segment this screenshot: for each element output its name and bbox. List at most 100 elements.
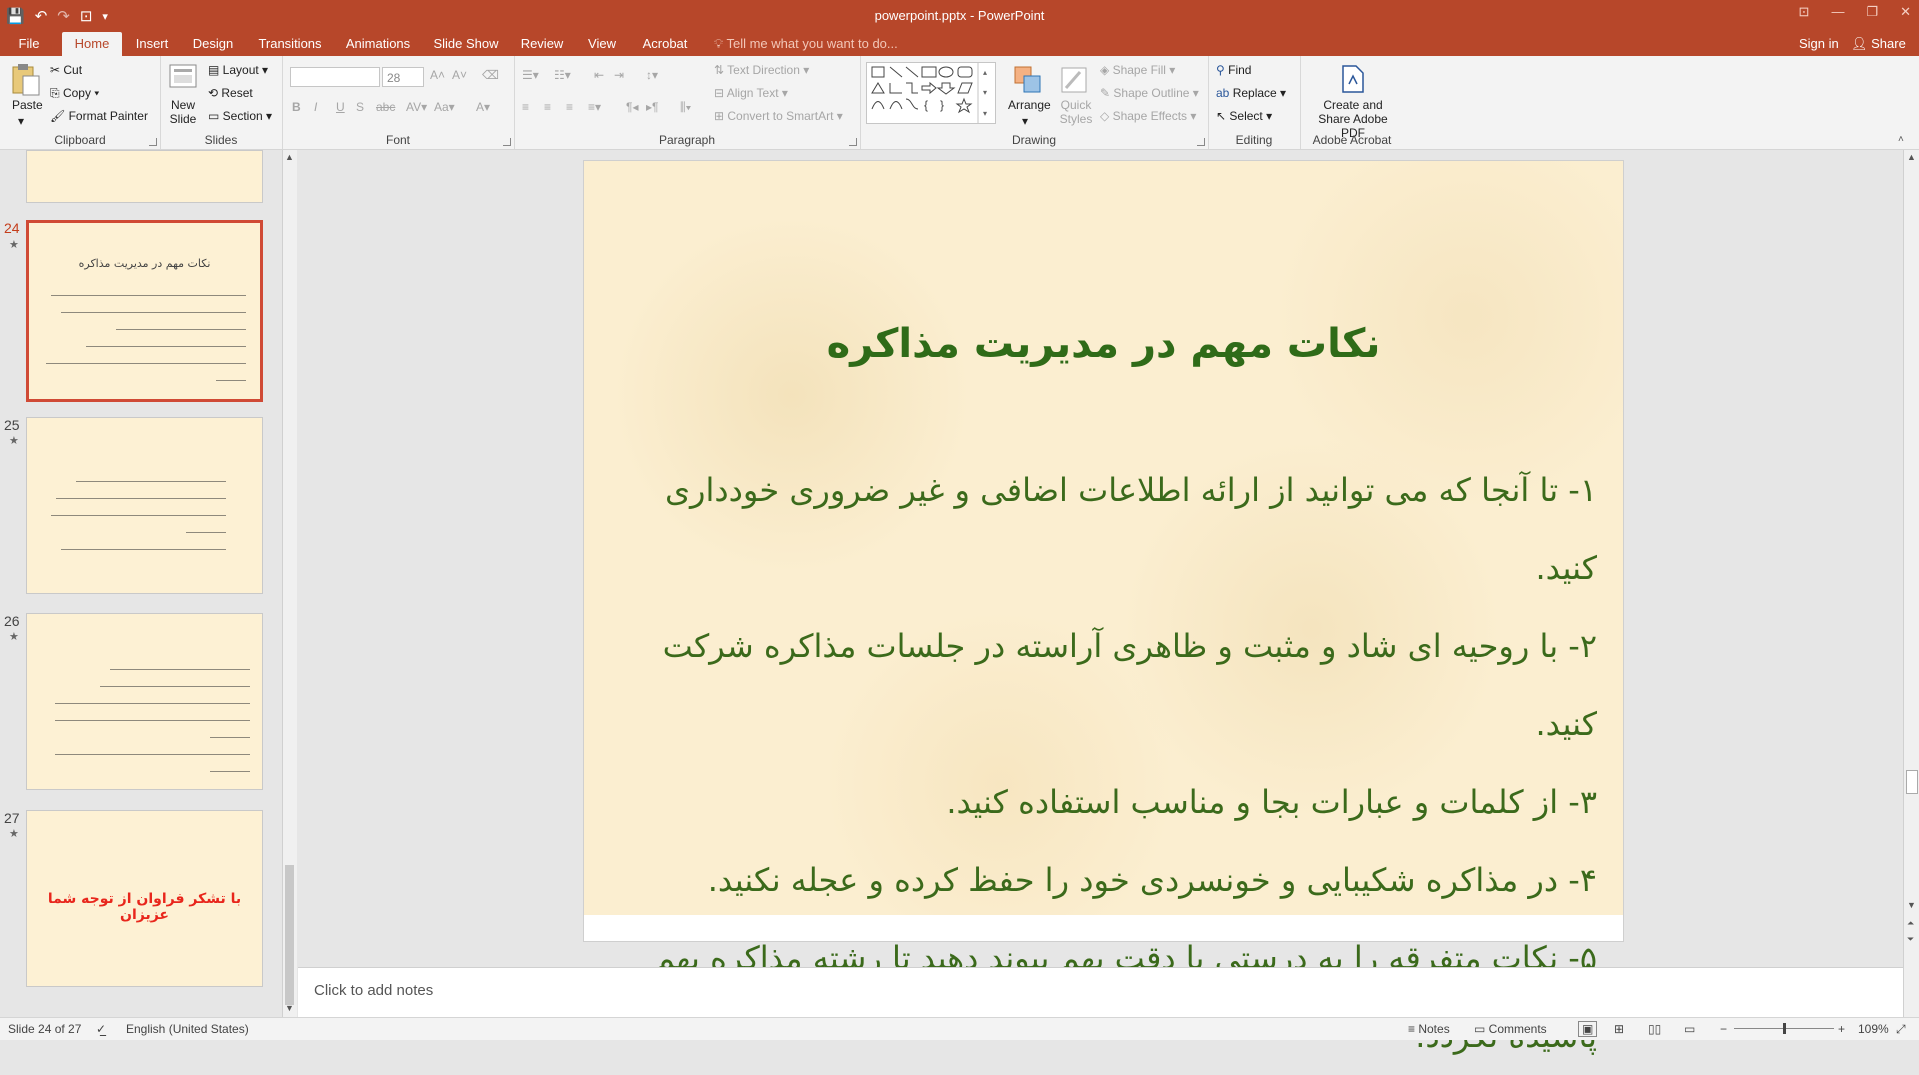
spelling-icon[interactable]: ✓̲ bbox=[96, 1022, 106, 1036]
tab-acrobat[interactable]: Acrobat bbox=[638, 32, 692, 56]
font-color-icon[interactable]: A▾ bbox=[476, 100, 490, 114]
editor-scrollbar[interactable]: ▲ ▼ ⏶ ⏷ bbox=[1903, 150, 1919, 1017]
bullets-icon[interactable]: ☰▾ bbox=[522, 68, 539, 82]
shrink-font-icon[interactable]: A˅ bbox=[452, 68, 467, 82]
section-button[interactable]: ▭ Section ▾ bbox=[208, 109, 272, 123]
tab-view[interactable]: View bbox=[584, 32, 620, 56]
normal-view-icon[interactable]: ▣ bbox=[1578, 1021, 1598, 1037]
numbering-icon[interactable]: ☷▾ bbox=[554, 68, 571, 82]
slide-thumbnail-25[interactable] bbox=[26, 417, 263, 594]
shape-fill-button[interactable]: ◈ Shape Fill ▾ bbox=[1100, 63, 1175, 77]
tell-me-search[interactable]: 💡︎ Tell me what you want to do... bbox=[714, 32, 898, 56]
italic-icon[interactable]: I bbox=[314, 100, 317, 114]
reset-button[interactable]: ⟲ Reset bbox=[208, 86, 253, 100]
tab-review[interactable]: Review bbox=[518, 32, 566, 56]
align-right-icon[interactable]: ≡ bbox=[566, 100, 573, 114]
sign-in-link[interactable]: Sign in bbox=[1799, 32, 1839, 56]
notes-pane[interactable]: Click to add notes bbox=[298, 967, 1903, 1018]
share-button[interactable]: 👤︎ Share bbox=[1851, 32, 1906, 56]
scroll-up-icon[interactable]: ▲ bbox=[285, 152, 294, 162]
scroll-thumb[interactable] bbox=[285, 865, 294, 1005]
redo-icon[interactable]: ↷ bbox=[57, 7, 70, 25]
close-icon[interactable]: ✕ bbox=[1900, 4, 1911, 20]
customize-qat-icon[interactable]: ▾ bbox=[102, 10, 108, 23]
quick-styles-button[interactable]: Quick Styles bbox=[1056, 98, 1096, 126]
text-direction-button[interactable]: ⇅ Text Direction ▾ bbox=[714, 63, 809, 77]
shadow-icon[interactable]: S bbox=[356, 100, 364, 114]
language-indicator[interactable]: English (United States) bbox=[126, 1022, 249, 1036]
font-name-field[interactable] bbox=[290, 67, 380, 87]
paste-button[interactable]: Paste bbox=[12, 98, 43, 112]
notes-toggle[interactable]: ≡ Notes bbox=[1408, 1022, 1450, 1036]
font-launcher-icon[interactable] bbox=[503, 138, 511, 146]
change-case-icon[interactable]: Aa▾ bbox=[434, 100, 455, 114]
scroll-thumb[interactable] bbox=[1906, 770, 1918, 794]
tab-transitions[interactable]: Transitions bbox=[256, 32, 324, 56]
font-size-field[interactable]: 28 bbox=[382, 67, 424, 87]
scroll-down-icon[interactable]: ▼ bbox=[1907, 900, 1916, 910]
format-painter-button[interactable]: 🖌︎ Format Painter bbox=[50, 109, 148, 123]
tab-home[interactable]: Home bbox=[62, 32, 122, 56]
cut-button[interactable]: ✂ Cut bbox=[50, 63, 82, 77]
shape-effects-button[interactable]: ◇ Shape Effects ▾ bbox=[1100, 109, 1196, 123]
scroll-up-icon[interactable]: ▲ bbox=[1907, 152, 1916, 162]
restore-icon[interactable]: ❐ bbox=[1866, 4, 1878, 20]
tab-file[interactable]: File bbox=[12, 32, 46, 56]
select-button[interactable]: ↖ Select ▾ bbox=[1216, 109, 1272, 123]
comments-toggle[interactable]: ▭ Comments bbox=[1474, 1022, 1547, 1036]
zoom-slider-thumb[interactable] bbox=[1783, 1023, 1786, 1034]
save-icon[interactable]: 💾 bbox=[6, 7, 25, 25]
text-direction-ltr-icon[interactable]: ▸¶ bbox=[646, 100, 658, 114]
justify-icon[interactable]: ≡▾ bbox=[588, 100, 601, 114]
next-slide-icon[interactable]: ⏷ bbox=[1907, 934, 1914, 945]
slide-thumbnail-24[interactable]: نکات مهم در مدیریت مذاکره bbox=[26, 220, 263, 402]
text-direction-rtl-icon[interactable]: ¶◂ bbox=[626, 100, 638, 114]
slide-thumbnail-23[interactable] bbox=[26, 150, 263, 203]
slideshow-view-icon[interactable]: ▭ bbox=[1684, 1022, 1695, 1036]
tab-animations[interactable]: Animations bbox=[343, 32, 413, 56]
copy-button[interactable]: ⎘ Copy ▾ bbox=[50, 86, 99, 101]
reading-view-icon[interactable]: ▯▯ bbox=[1648, 1022, 1661, 1036]
slide-thumbnail-27[interactable]: با تشکر فراوان از توجه شما عزیزان bbox=[26, 810, 263, 987]
layout-button[interactable]: ▤ Layout ▾ bbox=[208, 63, 268, 77]
increase-indent-icon[interactable]: ⇥ bbox=[614, 68, 624, 82]
arrange-dropdown-icon[interactable]: ▾ bbox=[1022, 114, 1028, 128]
collapse-ribbon-icon[interactable]: ˄ bbox=[1898, 134, 1904, 145]
drawing-launcher-icon[interactable] bbox=[1197, 138, 1205, 146]
thumbnail-scrollbar[interactable]: ▲ ▼ bbox=[282, 150, 297, 1017]
zoom-in-icon[interactable]: + bbox=[1838, 1022, 1845, 1036]
minimize-icon[interactable]: — bbox=[1831, 4, 1844, 20]
align-text-button[interactable]: ⊟ Align Text ▾ bbox=[714, 86, 788, 100]
line-spacing-icon[interactable]: ↕▾ bbox=[646, 68, 658, 82]
present-icon[interactable]: ⊡ bbox=[80, 7, 93, 25]
scroll-down-icon[interactable]: ▼ bbox=[285, 1003, 294, 1013]
grow-font-icon[interactable]: A˄ bbox=[430, 68, 445, 82]
shape-outline-button[interactable]: ✎ Shape Outline ▾ bbox=[1100, 86, 1199, 100]
tab-slide-show[interactable]: Slide Show bbox=[432, 32, 500, 56]
slide-sorter-icon[interactable]: ⊞ bbox=[1614, 1022, 1624, 1036]
previous-slide-icon[interactable]: ⏶ bbox=[1907, 918, 1914, 929]
ribbon-display-options-icon[interactable]: ⊡ bbox=[1799, 4, 1810, 20]
undo-icon[interactable]: ↶ bbox=[35, 7, 48, 25]
arrange-button[interactable]: Arrange bbox=[1008, 98, 1051, 112]
find-button[interactable]: ⚲ Find bbox=[1216, 63, 1251, 77]
slide-thumbnail-26[interactable] bbox=[26, 613, 263, 790]
zoom-out-icon[interactable]: − bbox=[1720, 1022, 1727, 1036]
clear-formatting-icon[interactable]: ⌫ bbox=[482, 68, 499, 82]
paste-dropdown-icon[interactable]: ▾ bbox=[18, 114, 24, 128]
align-center-icon[interactable]: ≡ bbox=[544, 100, 551, 114]
new-slide-button[interactable]: New Slide bbox=[168, 98, 198, 126]
shapes-gallery[interactable]: { } ▴ ▾ ▾ bbox=[866, 62, 996, 124]
paragraph-launcher-icon[interactable] bbox=[849, 138, 857, 146]
zoom-level[interactable]: 109% bbox=[1858, 1022, 1889, 1036]
clipboard-launcher-icon[interactable] bbox=[149, 138, 157, 146]
character-spacing-icon[interactable]: AV▾ bbox=[406, 100, 427, 114]
tab-insert[interactable]: Insert bbox=[130, 32, 174, 56]
underline-icon[interactable]: U bbox=[336, 100, 345, 114]
strikethrough-icon[interactable]: abc bbox=[376, 100, 395, 114]
bold-icon[interactable]: B bbox=[292, 100, 301, 114]
decrease-indent-icon[interactable]: ⇤ bbox=[594, 68, 604, 82]
current-slide[interactable]: نکات مهم در مدیریت مذاکره ۱- تا آنجا که … bbox=[584, 161, 1623, 1055]
convert-smartart-button[interactable]: ⊞ Convert to SmartArt ▾ bbox=[714, 109, 843, 123]
fit-to-window-icon[interactable]: ⤢ bbox=[1896, 1022, 1906, 1037]
